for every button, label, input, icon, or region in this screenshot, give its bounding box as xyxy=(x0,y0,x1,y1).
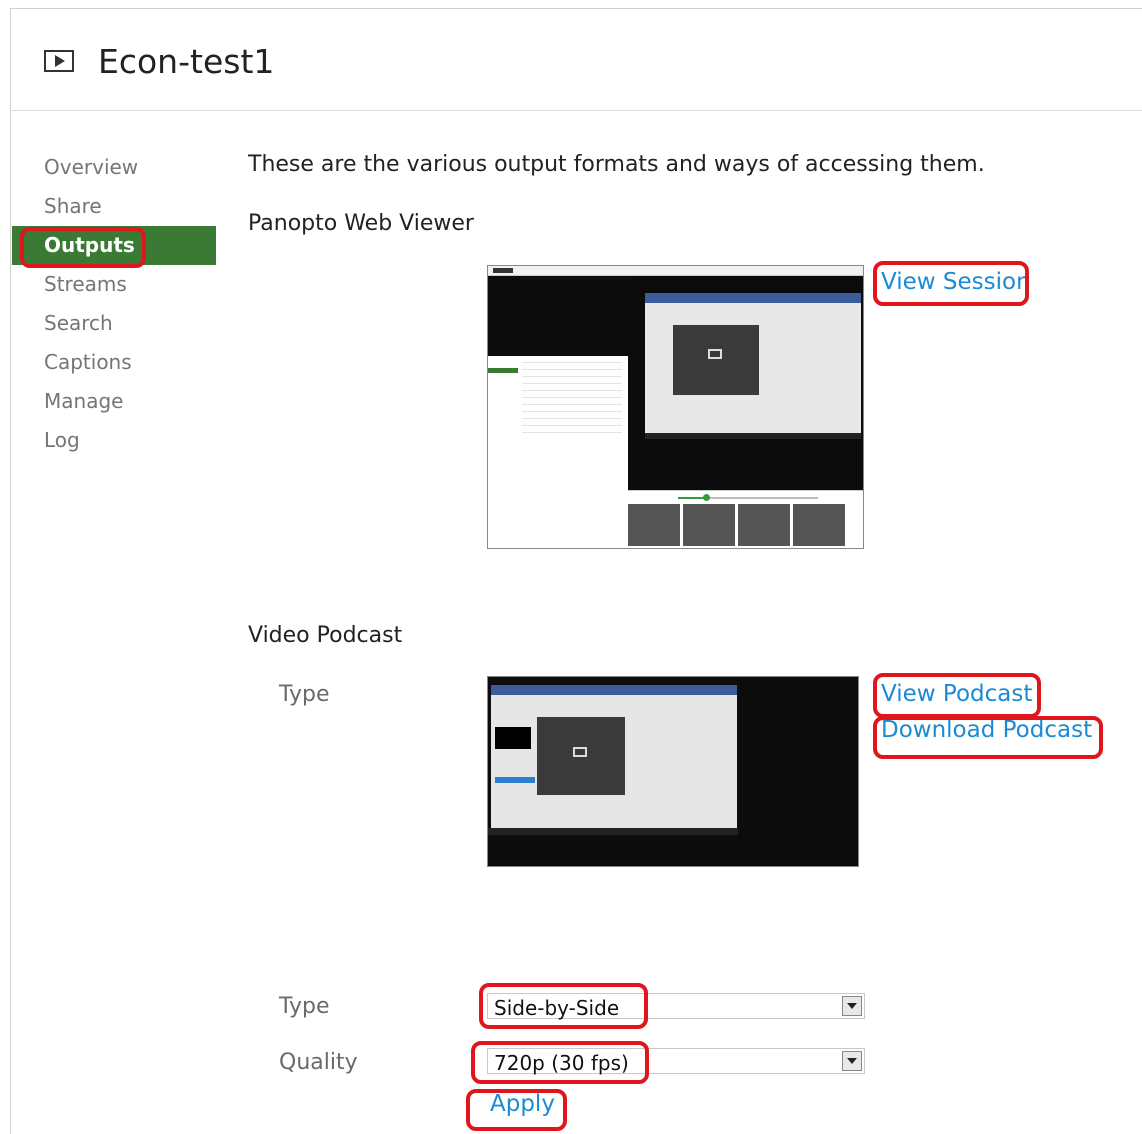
apply-button[interactable]: Apply xyxy=(490,1091,555,1117)
video-podcast-title: Video Podcast xyxy=(248,623,403,648)
sidebar-nav: Overview Share Outputs Streams Search Ca… xyxy=(12,148,216,460)
thumbnail-screen-capture xyxy=(645,293,861,439)
podcast-taskbar xyxy=(488,828,738,835)
download-podcast-link[interactable]: Download Podcast xyxy=(881,717,1092,743)
sidebar-item-search[interactable]: Search xyxy=(12,304,216,343)
play-icon xyxy=(44,50,74,72)
thumbnail-player-controls xyxy=(628,490,863,505)
web-viewer-thumbnail[interactable] xyxy=(487,265,864,549)
thumbnail-topbar xyxy=(488,266,863,276)
quality-select[interactable]: 720p (30 fps) xyxy=(487,1048,865,1075)
sidebar-item-log[interactable]: Log xyxy=(12,421,216,460)
sidebar-item-share[interactable]: Share xyxy=(12,187,216,226)
chevron-down-icon[interactable] xyxy=(842,1051,862,1071)
sidebar-item-outputs[interactable]: Outputs xyxy=(12,226,216,265)
view-session-link[interactable]: View Session xyxy=(881,269,1031,295)
quality-label: Quality xyxy=(279,1050,358,1075)
monitor-icon xyxy=(708,349,722,359)
page-header: Econ-test1 xyxy=(44,36,274,86)
type-select-value: Side-by-Side xyxy=(494,996,620,1020)
intro-text: These are the various output formats and… xyxy=(248,152,985,177)
podcast-type-label: Type xyxy=(279,682,330,707)
quality-select-value: 720p (30 fps) xyxy=(494,1051,629,1075)
sidebar-item-streams[interactable]: Streams xyxy=(12,265,216,304)
sidebar-item-captions[interactable]: Captions xyxy=(12,343,216,382)
view-podcast-link[interactable]: View Podcast xyxy=(881,681,1032,707)
seek-knob-icon xyxy=(703,494,710,501)
monitor-icon xyxy=(573,747,587,757)
type-label: Type xyxy=(279,994,330,1019)
sidebar-item-overview[interactable]: Overview xyxy=(12,148,216,187)
thumbnail-outline-list xyxy=(488,356,628,548)
web-viewer-title: Panopto Web Viewer xyxy=(248,211,474,236)
type-select[interactable]: Side-by-Side xyxy=(487,993,865,1020)
header-divider xyxy=(10,110,1142,111)
panopto-logo xyxy=(493,268,513,273)
podcast-screen-capture xyxy=(491,685,737,835)
frame-left-border xyxy=(10,8,11,1134)
chevron-down-icon[interactable] xyxy=(842,996,862,1016)
page-title: Econ-test1 xyxy=(98,41,275,81)
thumbnail-secondary-video xyxy=(488,276,628,356)
thumbnail-slide-strip xyxy=(628,504,863,548)
frame-top-border xyxy=(10,8,1142,9)
sidebar-item-manage[interactable]: Manage xyxy=(12,382,216,421)
podcast-thumbnail[interactable] xyxy=(487,676,859,867)
thumbnail-active-tab xyxy=(488,368,518,373)
